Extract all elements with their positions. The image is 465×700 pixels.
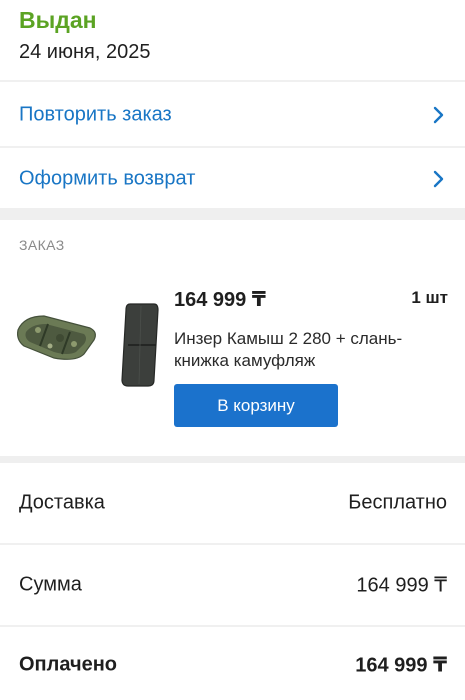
item-quantity: 1 шт bbox=[411, 288, 448, 307]
item-name[interactable]: Инзер Камыш 2 280 + слань-книжка камуфля… bbox=[174, 328, 434, 372]
total-label: Сумма bbox=[19, 573, 82, 596]
boat-image[interactable] bbox=[14, 306, 100, 366]
paid-value: 164 999 ₸ bbox=[355, 654, 447, 677]
delivery-label: Доставка bbox=[19, 491, 105, 514]
item-price: 164 999 ₸ bbox=[174, 289, 266, 311]
return-order-row[interactable]: Оформить возврат bbox=[0, 148, 465, 210]
total-row: Сумма 164 999 ₸ bbox=[0, 545, 465, 625]
add-to-cart-button[interactable]: В корзину bbox=[174, 384, 338, 427]
divider bbox=[0, 80, 465, 82]
delivery-row: Доставка Бесплатно bbox=[0, 463, 465, 543]
total-value: 164 999 ₸ bbox=[356, 574, 447, 597]
repeat-order-row[interactable]: Повторить заказ bbox=[0, 84, 465, 146]
paid-row: Оплачено 164 999 ₸ bbox=[0, 627, 465, 700]
delivery-value: Бесплатно bbox=[348, 491, 447, 514]
order-status-date: 24 июня, 2025 bbox=[19, 41, 151, 63]
section-separator bbox=[0, 208, 465, 220]
section-separator bbox=[0, 456, 465, 463]
chevron-right-icon bbox=[433, 170, 444, 188]
floor-mat-image[interactable] bbox=[118, 300, 162, 388]
paid-label: Оплачено bbox=[19, 653, 117, 676]
repeat-order-label: Повторить заказ bbox=[19, 103, 172, 126]
order-item: 164 999 ₸ 1 шт Инзер Камыш 2 280 + слань… bbox=[0, 270, 465, 450]
order-section-caption: ЗАКАЗ bbox=[19, 237, 65, 253]
order-status-header: Выдан 24 июня, 2025 bbox=[0, 0, 465, 80]
order-status-title: Выдан bbox=[19, 7, 97, 33]
chevron-right-icon bbox=[433, 106, 444, 124]
return-order-label: Оформить возврат bbox=[19, 167, 196, 190]
